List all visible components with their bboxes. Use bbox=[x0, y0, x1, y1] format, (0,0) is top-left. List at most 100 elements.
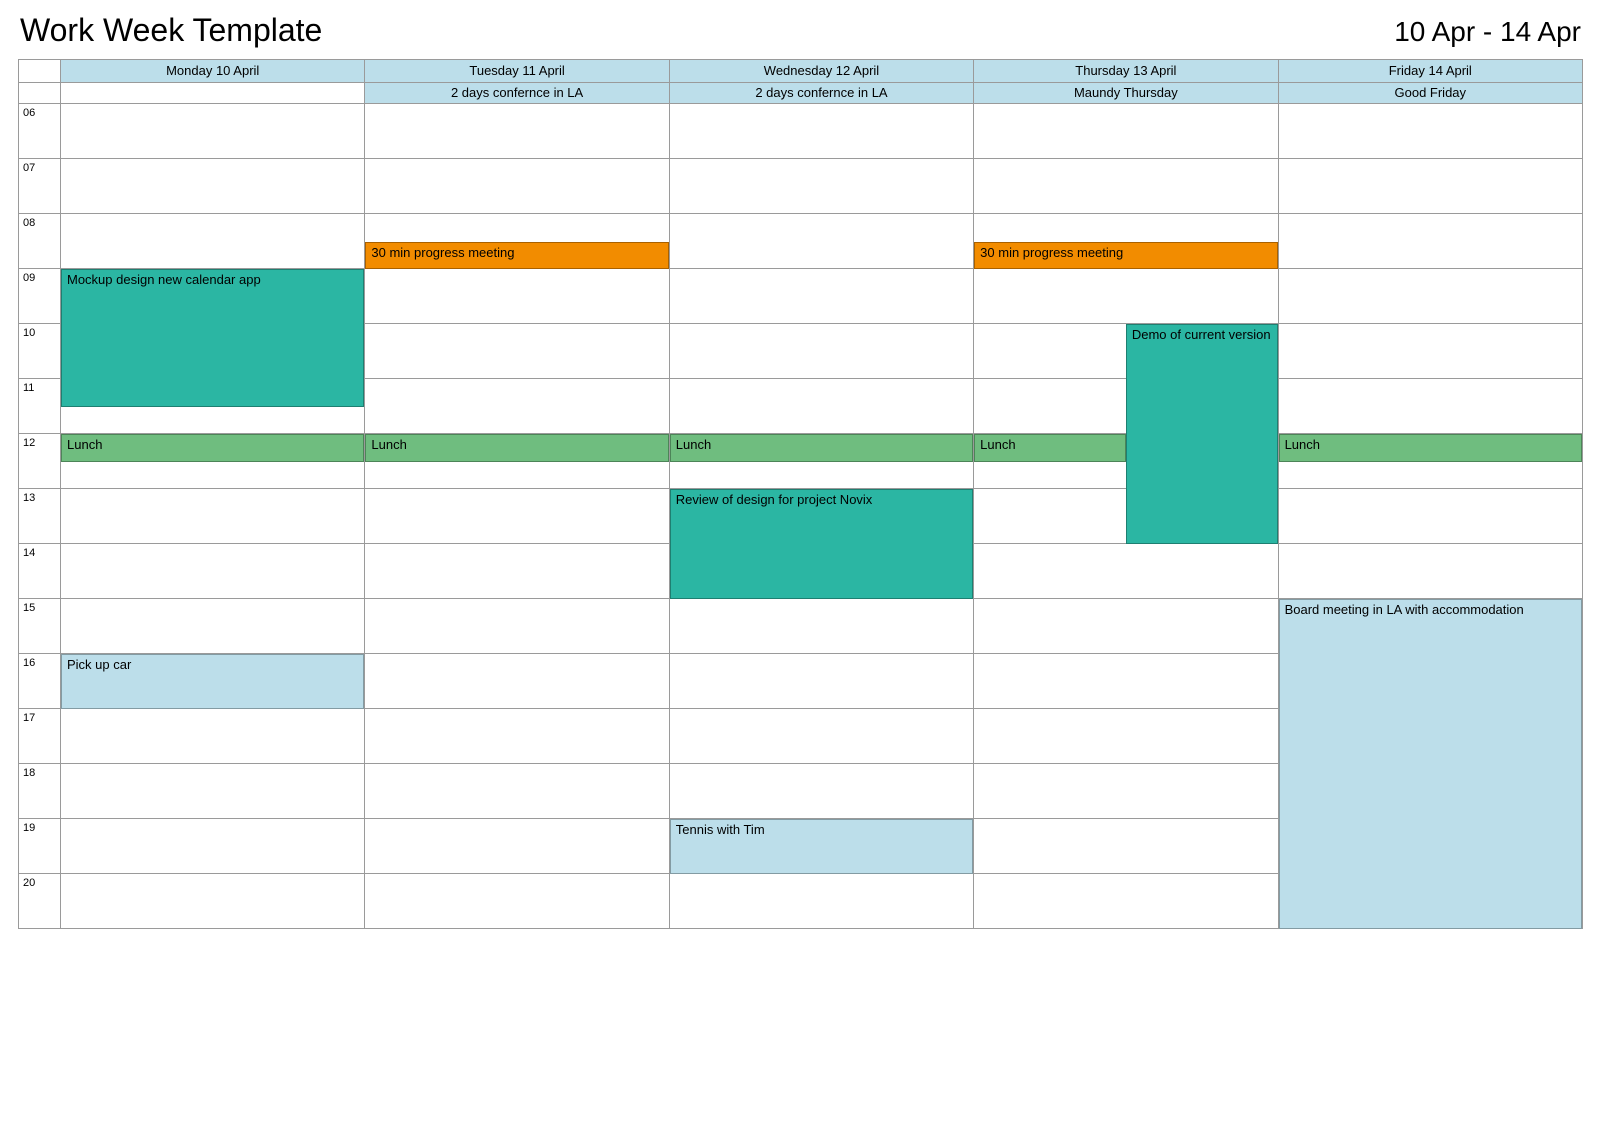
time-slot[interactable] bbox=[61, 544, 365, 599]
time-slot[interactable] bbox=[61, 324, 365, 379]
time-slot[interactable] bbox=[669, 874, 973, 929]
time-slot[interactable] bbox=[1278, 709, 1582, 764]
time-slot[interactable]: Demo of current version bbox=[974, 324, 1278, 379]
time-slot[interactable] bbox=[974, 104, 1278, 159]
allday-row: 2 days confernce in LA 2 days confernce … bbox=[19, 83, 1583, 104]
time-slot[interactable] bbox=[1278, 544, 1582, 599]
calendar-event[interactable]: Lunch bbox=[61, 434, 364, 462]
time-slot[interactable]: Pick up car bbox=[61, 654, 365, 709]
time-slot[interactable] bbox=[365, 599, 669, 654]
time-slot[interactable] bbox=[669, 654, 973, 709]
time-slot[interactable]: Mockup design new calendar app bbox=[61, 269, 365, 324]
calendar-event[interactable]: Pick up car bbox=[61, 654, 364, 709]
day-header-fri[interactable]: Friday 14 April bbox=[1278, 60, 1582, 83]
calendar-event[interactable]: Lunch bbox=[1279, 434, 1582, 462]
time-label: 08 bbox=[19, 214, 61, 269]
time-slot[interactable] bbox=[1278, 104, 1582, 159]
time-slot[interactable] bbox=[669, 104, 973, 159]
allday-cell[interactable]: 2 days confernce in LA bbox=[669, 83, 973, 104]
time-slot[interactable]: 30 min progress meeting bbox=[365, 214, 669, 269]
time-slot[interactable] bbox=[669, 159, 973, 214]
day-header-mon[interactable]: Monday 10 April bbox=[61, 60, 365, 83]
time-slot[interactable] bbox=[61, 819, 365, 874]
time-slot[interactable] bbox=[974, 599, 1278, 654]
time-slot[interactable] bbox=[669, 764, 973, 819]
time-slot[interactable] bbox=[365, 654, 669, 709]
time-slot[interactable] bbox=[974, 819, 1278, 874]
time-slot[interactable] bbox=[974, 544, 1278, 599]
time-slot[interactable] bbox=[61, 159, 365, 214]
time-slot[interactable] bbox=[1278, 489, 1582, 544]
calendar-event[interactable]: Lunch bbox=[365, 434, 668, 462]
time-slot[interactable] bbox=[669, 269, 973, 324]
time-slot[interactable] bbox=[365, 709, 669, 764]
time-slot[interactable] bbox=[365, 324, 669, 379]
calendar-event[interactable]: Lunch bbox=[974, 434, 1126, 462]
time-slot[interactable] bbox=[365, 489, 669, 544]
time-slot[interactable] bbox=[365, 379, 669, 434]
time-slot[interactable] bbox=[669, 214, 973, 269]
time-slot[interactable] bbox=[1278, 379, 1582, 434]
time-slot[interactable] bbox=[365, 544, 669, 599]
time-slot[interactable] bbox=[365, 104, 669, 159]
time-slot[interactable] bbox=[669, 599, 973, 654]
time-slot[interactable] bbox=[974, 159, 1278, 214]
time-slot[interactable] bbox=[669, 709, 973, 764]
time-slot[interactable] bbox=[61, 489, 365, 544]
time-slot[interactable] bbox=[974, 379, 1278, 434]
allday-cell[interactable]: Maundy Thursday bbox=[974, 83, 1278, 104]
time-slot[interactable] bbox=[61, 104, 365, 159]
time-slot[interactable] bbox=[1278, 214, 1582, 269]
time-slot[interactable] bbox=[1278, 654, 1582, 709]
time-label: 17 bbox=[19, 709, 61, 764]
time-slot[interactable] bbox=[365, 159, 669, 214]
calendar-event[interactable]: 30 min progress meeting bbox=[974, 242, 1277, 270]
time-slot[interactable] bbox=[1278, 159, 1582, 214]
allday-cell[interactable] bbox=[61, 83, 365, 104]
time-slot[interactable] bbox=[1278, 819, 1582, 874]
time-slot[interactable] bbox=[365, 764, 669, 819]
time-slot[interactable]: Lunch bbox=[61, 434, 365, 489]
time-slot[interactable] bbox=[365, 874, 669, 929]
allday-cell[interactable]: Good Friday bbox=[1278, 83, 1582, 104]
calendar-event[interactable]: 30 min progress meeting bbox=[365, 242, 668, 270]
time-slot[interactable] bbox=[1278, 324, 1582, 379]
time-slot[interactable] bbox=[974, 489, 1278, 544]
day-header-thu[interactable]: Thursday 13 April bbox=[974, 60, 1278, 83]
time-slot[interactable]: Board meeting in LA with accommodation bbox=[1278, 599, 1582, 654]
time-slot[interactable] bbox=[974, 269, 1278, 324]
time-slot[interactable]: Lunch bbox=[669, 434, 973, 489]
time-slot[interactable] bbox=[974, 874, 1278, 929]
day-header-tue[interactable]: Tuesday 11 April bbox=[365, 60, 669, 83]
time-slot[interactable] bbox=[61, 214, 365, 269]
time-slot[interactable] bbox=[1278, 764, 1582, 819]
hour-row: 14 bbox=[19, 544, 1583, 599]
time-slot[interactable] bbox=[974, 764, 1278, 819]
time-slot[interactable] bbox=[1278, 269, 1582, 324]
time-slot[interactable]: Review of design for project Novix bbox=[669, 489, 973, 544]
calendar-event[interactable]: Tennis with Tim bbox=[670, 819, 973, 874]
time-slot[interactable] bbox=[61, 874, 365, 929]
time-slot[interactable] bbox=[974, 709, 1278, 764]
hour-row: 10 Demo of current version bbox=[19, 324, 1583, 379]
time-slot[interactable]: Lunch bbox=[365, 434, 669, 489]
time-slot[interactable] bbox=[669, 379, 973, 434]
time-slot[interactable] bbox=[61, 764, 365, 819]
time-slot[interactable] bbox=[365, 819, 669, 874]
time-slot[interactable] bbox=[365, 269, 669, 324]
time-slot[interactable] bbox=[61, 599, 365, 654]
time-slot[interactable] bbox=[974, 654, 1278, 709]
calendar-event[interactable]: Lunch bbox=[670, 434, 973, 462]
time-slot[interactable]: Lunch bbox=[974, 434, 1278, 489]
time-slot[interactable] bbox=[669, 324, 973, 379]
time-label: 10 bbox=[19, 324, 61, 379]
time-slot[interactable]: 30 min progress meeting bbox=[974, 214, 1278, 269]
time-slot[interactable]: Lunch bbox=[1278, 434, 1582, 489]
time-slot[interactable] bbox=[61, 709, 365, 764]
allday-cell[interactable]: 2 days confernce in LA bbox=[365, 83, 669, 104]
time-slot[interactable] bbox=[1278, 874, 1582, 929]
time-slot[interactable]: Tennis with Tim bbox=[669, 819, 973, 874]
day-header-wed[interactable]: Wednesday 12 April bbox=[669, 60, 973, 83]
time-slot[interactable] bbox=[669, 544, 973, 599]
time-slot[interactable] bbox=[61, 379, 365, 434]
